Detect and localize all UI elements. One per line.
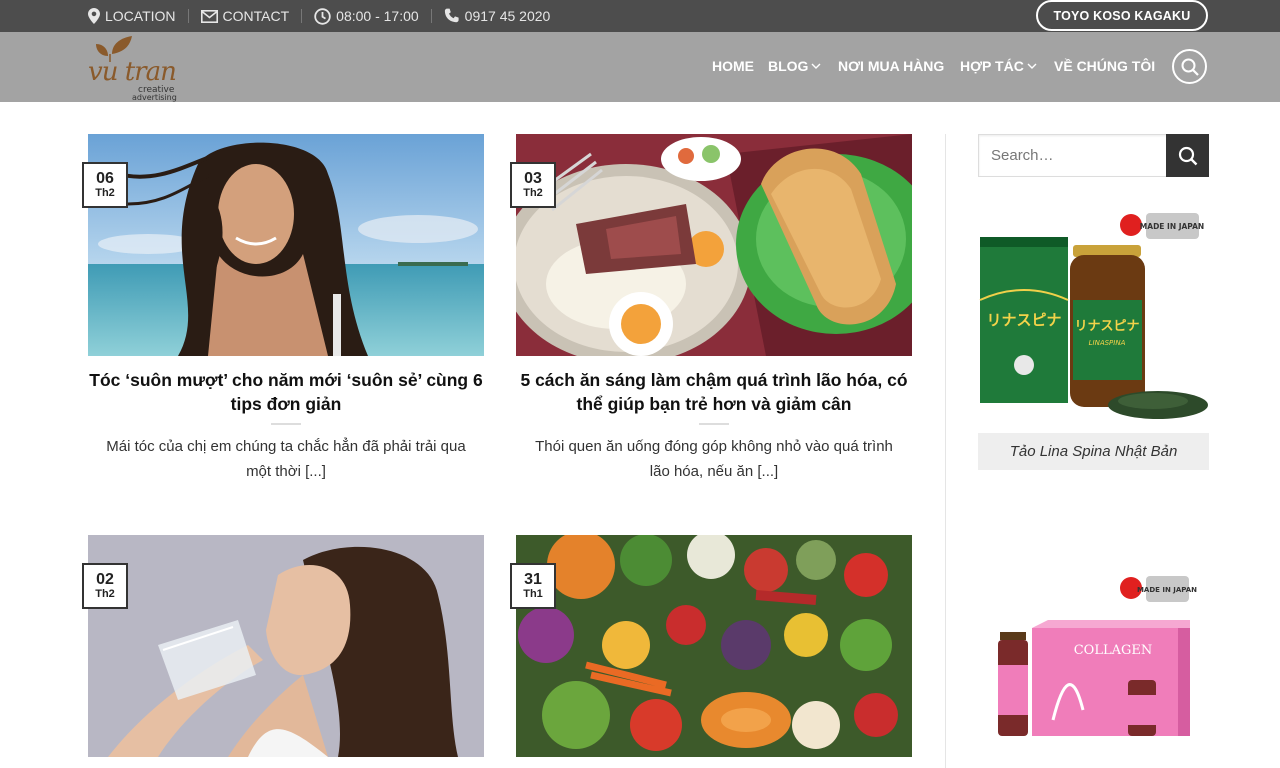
logo-brand: vu tran xyxy=(88,57,176,87)
nav-noi-mua-hang[interactable]: NƠI MUA HÀNG xyxy=(838,58,944,74)
hours-info: 08:00 - 17:00 xyxy=(314,7,419,25)
chevron-down-icon xyxy=(1027,63,1037,69)
hours-label: 08:00 - 17:00 xyxy=(336,8,419,24)
divider xyxy=(187,9,189,23)
product-collagen-image[interactable]: MADE IN JAPAN COLLAGEN xyxy=(978,570,1209,750)
date-day: 02 xyxy=(96,571,114,588)
contact-label: CONTACT xyxy=(222,8,290,24)
nav-noi-mua-hang-label: NƠI MUA HÀNG xyxy=(838,58,945,74)
site-logo[interactable]: vu tran creative advertising xyxy=(88,32,188,102)
search-icon xyxy=(1181,58,1199,76)
date-badge: 02 Th2 xyxy=(82,563,128,609)
product1-label: リナスピナ xyxy=(986,311,1061,329)
phone-link[interactable]: 0917 45 2020 xyxy=(444,8,551,24)
post-title[interactable]: Tóc ‘suôn mượt’ cho năm mới ‘suôn sẻ’ cù… xyxy=(88,368,484,416)
date-day: 06 xyxy=(96,170,114,187)
made-in-japan-badge: MADE IN JAPAN xyxy=(1140,222,1204,231)
location-label: LOCATION xyxy=(105,8,176,24)
product-linaspina-caption[interactable]: Tảo Lina Spina Nhật Bản xyxy=(978,433,1209,470)
nav-ve-chung-toi[interactable]: VỀ CHÚNG TÔI xyxy=(1054,58,1155,74)
date-badge: 31 Th1 xyxy=(510,563,556,609)
nav-ve-chung-toi-label: VỀ CHÚNG TÔI xyxy=(1054,58,1156,74)
nav-home[interactable]: HOME xyxy=(712,58,754,74)
date-month: Th2 xyxy=(523,187,543,199)
nav-home-label: HOME xyxy=(712,58,754,74)
nav-blog-label: BLOG xyxy=(768,58,809,74)
made-in-japan-badge: MADE IN JAPAN xyxy=(1137,586,1197,594)
logo-tagline-2: advertising xyxy=(132,93,177,102)
divider xyxy=(699,423,729,425)
search-icon xyxy=(1178,146,1197,165)
top-bar: LOCATION CONTACT 08:00 - 17:00 0917 45 2… xyxy=(0,0,1280,32)
header-search-button[interactable] xyxy=(1172,49,1207,84)
location-link[interactable]: LOCATION xyxy=(88,8,176,24)
nav-hop-tac-label: HỢP TÁC xyxy=(960,58,1024,74)
contact-link[interactable]: CONTACT xyxy=(200,8,290,24)
envelope-icon xyxy=(200,9,218,23)
clock-icon xyxy=(314,7,331,25)
date-month: Th2 xyxy=(95,187,115,199)
top-bar-info: LOCATION CONTACT 08:00 - 17:00 0917 45 2… xyxy=(88,0,550,32)
product-linaspina-image[interactable]: MADE IN JAPAN リナスピナ リナスピナ LINASPINA xyxy=(978,205,1209,430)
date-month: Th1 xyxy=(523,588,543,600)
date-day: 31 xyxy=(524,571,542,588)
product1-bottle-label: リナスピナ xyxy=(1074,319,1139,334)
sidebar-search-button[interactable] xyxy=(1166,134,1209,177)
main-header: vu tran creative advertising HOME BLOG N… xyxy=(0,32,1280,102)
date-day: 03 xyxy=(524,170,542,187)
nav-blog[interactable]: BLOG xyxy=(768,58,821,74)
post-image[interactable] xyxy=(88,535,484,757)
post-image[interactable] xyxy=(516,535,912,757)
phone-label: 0917 45 2020 xyxy=(464,8,551,24)
sidebar-divider xyxy=(945,134,946,768)
chevron-down-icon xyxy=(811,63,821,69)
nav-hop-tac[interactable]: HỢP TÁC xyxy=(960,58,1037,74)
post-excerpt: Thói quen ăn uống đóng góp không nhỏ vào… xyxy=(535,438,893,480)
post-image[interactable] xyxy=(516,134,912,356)
date-month: Th2 xyxy=(95,588,115,600)
post-image[interactable] xyxy=(88,134,484,356)
product1-sublabel: LINASPINA xyxy=(1089,339,1126,347)
phone-icon xyxy=(444,8,459,23)
date-badge: 06 Th2 xyxy=(82,162,128,208)
divider xyxy=(301,9,303,23)
product2-label: COLLAGEN xyxy=(1074,643,1153,658)
post-title[interactable]: 5 cách ăn sáng làm chậm quá trình lão hó… xyxy=(516,368,912,416)
toyo-koso-kagaku-button[interactable]: TOYO KOSO KAGAKU xyxy=(1036,0,1208,31)
logo-graphic: vu tran creative advertising xyxy=(88,36,177,102)
date-badge: 03 Th2 xyxy=(510,162,556,208)
divider xyxy=(430,9,432,23)
map-pin-icon xyxy=(88,8,100,24)
divider xyxy=(271,423,301,425)
post-excerpt: Mái tóc của chị em chúng ta chắc hẳn đã … xyxy=(106,438,466,480)
sidebar-search-input[interactable]: Search… xyxy=(978,134,1167,177)
